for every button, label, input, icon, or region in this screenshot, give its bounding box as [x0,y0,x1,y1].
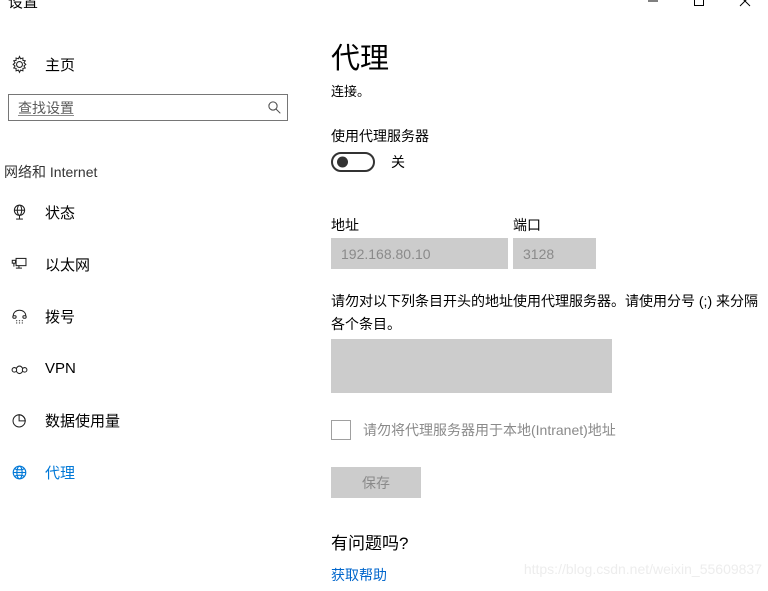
ethernet-monitor-icon [3,255,35,274]
sidebar-item-data-usage[interactable]: 数据使用量 [0,402,300,438]
main-content: 代理 连接。 使用代理服务器 关 地址 192.168.80.10 端口 312… [310,26,768,591]
dialup-phone-icon [3,307,35,326]
window-title: 设置 [8,0,39,11]
sidebar-nav-list: 状态 以太网 拨号 VPN 数据使用量 代理 [0,194,300,506]
port-input[interactable]: 3128 [513,238,596,269]
sidebar-item-status[interactable]: 状态 [0,194,300,230]
search-input[interactable]: 查找设置 [9,98,261,118]
minimize-button[interactable] [630,0,676,16]
close-icon [739,0,751,7]
use-proxy-toggle[interactable] [331,152,375,172]
sidebar-item-vpn[interactable]: VPN [0,350,300,386]
search-box[interactable]: 查找设置 [8,94,288,121]
help-section-title: 有问题吗? [331,534,409,553]
globe-status-icon [3,203,35,222]
watermark: https://blog.csdn.net/weixin_55609837 [523,561,762,577]
title-bar[interactable]: 设置 [0,0,768,26]
sidebar-item-label: 数据使用量 [45,412,121,430]
page-subtitle: 连接。 [331,84,371,99]
sidebar-section-header: 网络和 Internet [4,164,98,180]
sidebar-item-proxy[interactable]: 代理 [0,454,300,490]
toggle-knob [337,156,348,168]
sidebar-item-label: 拨号 [45,308,76,326]
maximize-button[interactable] [676,0,722,16]
gear-icon [3,54,35,74]
sidebar-item-dialup[interactable]: 拨号 [0,298,300,334]
port-label: 端口 [513,217,541,233]
toggle-state-label: 关 [391,154,405,170]
page-title: 代理 [331,43,390,75]
sidebar-item-label: VPN [45,359,76,377]
sidebar-item-label: 代理 [45,464,76,482]
get-help-link[interactable]: 获取帮助 [331,565,387,585]
bypass-local-label: 请勿将代理服务器用于本地(Intranet)地址 [363,422,616,438]
sidebar-item-label: 以太网 [45,256,91,274]
address-label: 地址 [331,217,359,233]
minimize-icon [648,0,658,2]
bypass-local-row[interactable]: 请勿将代理服务器用于本地(Intranet)地址 [331,420,616,440]
exception-list-input[interactable] [331,339,612,393]
use-proxy-label: 使用代理服务器 [331,128,429,144]
exception-description: 请勿对以下列条目开头的地址使用代理服务器。请使用分号 (;) 来分隔各个条目。 [331,293,758,332]
sidebar: 主页 查找设置 网络和 Internet 状态 以太网 拨号 VPN 数据使用量… [0,26,310,591]
sidebar-item-ethernet[interactable]: 以太网 [0,246,300,282]
window-controls [630,0,768,16]
address-input[interactable]: 192.168.80.10 [331,238,508,269]
search-icon[interactable] [261,100,287,115]
proxy-globe-icon [3,463,35,482]
use-proxy-toggle-row[interactable]: 关 [331,152,405,172]
close-button[interactable] [722,0,768,16]
data-usage-pie-icon [3,411,35,430]
sidebar-home-label: 主页 [45,56,76,74]
save-button[interactable]: 保存 [331,467,421,498]
bypass-local-checkbox[interactable] [331,420,351,440]
vpn-icon [3,359,35,378]
maximize-icon [694,0,704,6]
sidebar-item-label: 状态 [45,204,76,222]
sidebar-item-home[interactable]: 主页 [0,46,290,82]
